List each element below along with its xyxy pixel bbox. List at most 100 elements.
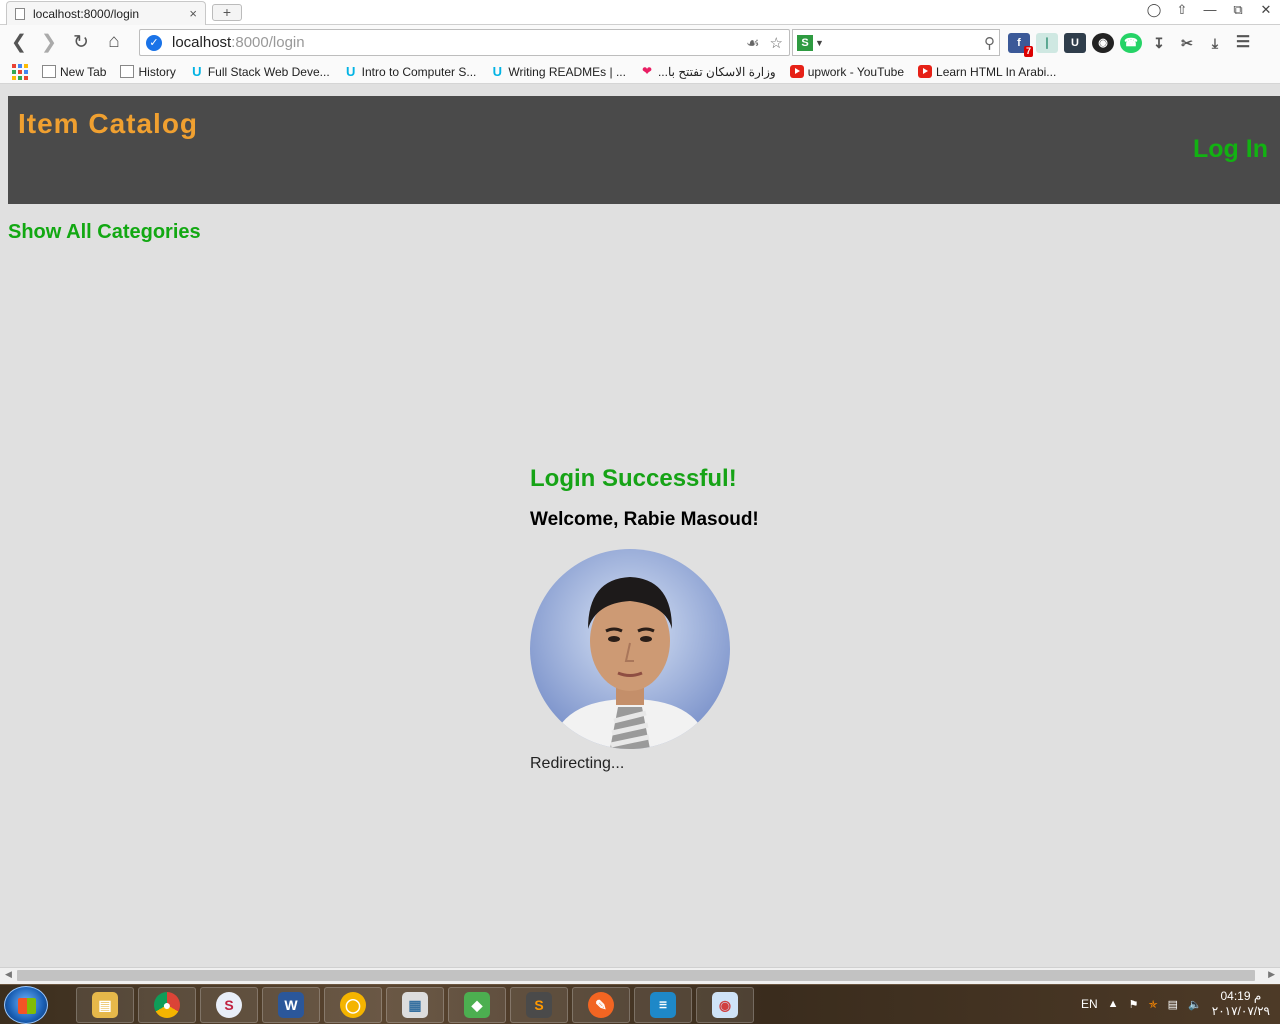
git-icon: ◆ <box>464 992 490 1018</box>
sublime-icon: S <box>526 992 552 1018</box>
apps-icon[interactable] <box>12 63 28 80</box>
close-window-icon[interactable]: ✕ <box>1258 2 1274 18</box>
minimize-icon[interactable]: — <box>1202 2 1218 18</box>
network-icon[interactable]: ▤ <box>1168 998 1178 1011</box>
home-icon[interactable]: ⌂ <box>103 31 125 53</box>
bookmark-label: ...وزارة الاسكان تفتتح با <box>657 64 776 79</box>
word-icon: W <box>278 992 304 1018</box>
youtube-icon <box>918 65 933 78</box>
back-icon[interactable]: ❮ <box>8 31 30 54</box>
bookmark-readmes[interactable]: U Writing READMEs | ... <box>490 65 626 79</box>
udacity-icon: U <box>492 64 503 79</box>
udacity-icon: U <box>345 64 356 79</box>
udacity-ext-icon[interactable]: U <box>1064 33 1086 53</box>
share-icon[interactable]: ☙ <box>746 34 759 52</box>
welcome-message: Welcome, Rabie Masoud! <box>530 509 759 530</box>
site-title[interactable]: Item Catalog <box>18 108 198 140</box>
avatar <box>530 549 730 749</box>
bookmark-label: New Tab <box>60 64 107 79</box>
arabic-app-icon: ☰ <box>650 992 676 1018</box>
language-indicator[interactable]: EN <box>1081 997 1098 1011</box>
avast-icon[interactable]: ✯ <box>1148 998 1157 1011</box>
show-all-categories-link[interactable]: Show All Categories <box>8 221 201 244</box>
taskbar-git[interactable]: ◆ <box>448 987 506 1023</box>
login-result: Login Successful! Welcome, Rabie Masoud! <box>530 465 950 773</box>
search-box[interactable]: S ▼ ⚲ <box>792 29 1000 56</box>
redirect-status: Redirecting... <box>530 755 625 772</box>
youtube-icon <box>789 65 804 78</box>
success-heading: Login Successful! <box>530 465 737 492</box>
tray-expand-icon[interactable]: ▲ <box>1108 998 1119 1010</box>
new-tab-button[interactable]: + <box>212 4 242 21</box>
paperclip-icon[interactable]: ❘ <box>1036 33 1058 53</box>
search-engine-icon[interactable]: S <box>797 34 813 51</box>
volume-icon[interactable]: 🔈 <box>1188 998 1202 1011</box>
url-host: localhost <box>172 34 232 51</box>
menu-icon[interactable]: ☰ <box>1232 33 1254 53</box>
bookmarks-bar: New Tab History U Full Stack Web Deve... … <box>0 60 1280 84</box>
whatsapp-icon[interactable]: ☎ <box>1120 33 1142 53</box>
bookmark-full-stack[interactable]: U Full Stack Web Deve... <box>190 65 330 79</box>
taskbar-paint[interactable]: ◉ <box>696 987 754 1023</box>
forward-icon[interactable]: ❯ <box>38 31 60 54</box>
clock-date: ٢٠١٧/٠٧/٢٩ <box>1211 1004 1270 1018</box>
tab-strip: localhost:8000/login × + ◯ ⇧ — ⧉ ✕ <box>0 0 1280 25</box>
bookmark-upwork-youtube[interactable]: upwork - YouTube <box>789 64 905 79</box>
taskbar-word[interactable]: W <box>262 987 320 1023</box>
taskbar-sublime[interactable]: S <box>510 987 568 1023</box>
folder-icon: ▤ <box>92 992 118 1018</box>
system-tray: EN ▲ ⚑ ✯ ▤ 🔈 04:19 م ٢٠١٧/٠٧/٢٩ <box>1081 989 1270 1019</box>
reload-icon[interactable]: ↻ <box>70 31 92 54</box>
flag-icon[interactable]: ⚑ <box>1129 998 1139 1011</box>
bookmark-history[interactable]: History <box>120 64 176 79</box>
udacity-icon: U <box>192 64 202 79</box>
scroll-left-icon[interactable]: ◀ <box>5 969 12 980</box>
python-icon: ▦ <box>402 992 428 1018</box>
taskbar-apps: ▤ ● S W ◯ ▦ ◆ S ✎ ☰ ◉ <box>76 987 754 1023</box>
tab-close-icon[interactable]: × <box>189 6 197 21</box>
search-icon[interactable]: ⚲ <box>984 34 995 52</box>
bookmark-label: Intro to Computer S... <box>361 64 477 79</box>
bookmark-intro-cs[interactable]: U Intro to Computer S... <box>344 64 477 79</box>
scissors-icon[interactable]: ✂ <box>1176 33 1198 53</box>
bookmark-learn-html[interactable]: Learn HTML In Arabi... <box>918 65 1056 79</box>
restore-icon[interactable]: ⧉ <box>1230 2 1246 18</box>
bookmark-star-icon[interactable]: ☆ <box>770 34 783 52</box>
profile-photo <box>530 549 730 749</box>
ring-icon: ◯ <box>340 992 366 1018</box>
login-link[interactable]: Log In <box>1193 135 1268 164</box>
taskbar-swirl-app[interactable]: S <box>200 987 258 1023</box>
facebook-icon[interactable]: f7 <box>1008 33 1033 57</box>
taskbar-circle-app[interactable]: ◯ <box>324 987 382 1023</box>
scrollbar-thumb[interactable] <box>17 970 1255 981</box>
chat-icon[interactable]: ◯ <box>1146 2 1162 18</box>
bookmark-label: Full Stack Web Deve... <box>207 64 330 79</box>
horizontal-scrollbar[interactable]: ◀ ▶ <box>0 967 1280 984</box>
bookmark-label: upwork - YouTube <box>807 64 905 79</box>
address-bar[interactable]: ✓ localhost:8000/login ☙ ☆ <box>139 29 790 56</box>
color-wheel-icon[interactable]: ◉ <box>1092 33 1114 53</box>
chevron-down-icon[interactable]: ▼ <box>815 38 824 48</box>
download-tv-icon[interactable]: ↧ <box>1148 33 1170 53</box>
swirl-icon: S <box>216 992 242 1018</box>
taskbar-arabic-app[interactable]: ☰ <box>634 987 692 1023</box>
start-button[interactable] <box>4 986 48 1024</box>
notification-badge: 7 <box>1023 46 1033 57</box>
bookmark-label: History <box>138 64 176 79</box>
scroll-right-icon[interactable]: ▶ <box>1268 969 1275 980</box>
taskbar-python[interactable]: ▦ <box>386 987 444 1023</box>
page-icon <box>15 7 25 20</box>
secure-icon[interactable]: ✓ <box>146 34 162 51</box>
pin-window-icon[interactable]: ⇧ <box>1174 2 1190 18</box>
bookmark-label: Learn HTML In Arabi... <box>936 64 1057 79</box>
download-icon[interactable]: ⤓ <box>1204 33 1226 53</box>
clock[interactable]: 04:19 م ٢٠١٧/٠٧/٢٩ <box>1212 989 1270 1019</box>
taskbar-chrome[interactable]: ● <box>138 987 196 1023</box>
taskbar-pen-app[interactable]: ✎ <box>572 987 630 1023</box>
url-path: :8000/login <box>231 34 305 51</box>
bookmark-new-tab[interactable]: New Tab <box>42 65 106 79</box>
taskbar-explorer[interactable]: ▤ <box>76 987 134 1023</box>
bookmark-arabic-news[interactable]: ❤ ...وزارة الاسكان تفتتح با <box>640 65 776 79</box>
browser-tab[interactable]: localhost:8000/login × <box>6 1 206 25</box>
bookmark-label: Writing READMEs | ... <box>508 64 626 79</box>
